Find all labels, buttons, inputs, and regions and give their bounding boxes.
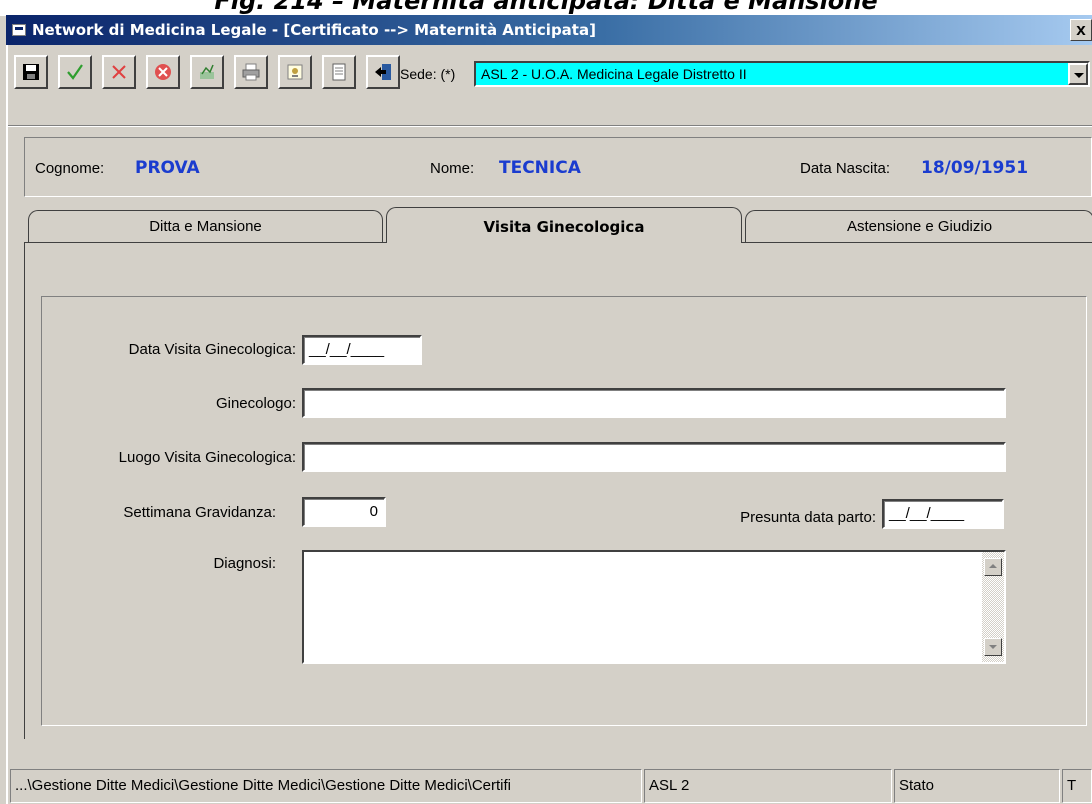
certificate-button[interactable] (278, 55, 312, 89)
presunta-data-parto-field[interactable]: __/__/____ (882, 499, 1004, 529)
patient-info-panel: Cognome: PROVA Nome: TECNICA Data Nascit… (24, 137, 1092, 197)
print-icon (242, 63, 260, 81)
status-stato: Stato (894, 769, 1060, 803)
settimana-gravidanza-label: Settimana Gravidanza: (123, 504, 276, 521)
cancel-button[interactable] (102, 55, 136, 89)
scroll-up-icon[interactable] (984, 558, 1002, 576)
tab-panel: Data Visita Ginecologica: __/__/____ Gin… (24, 242, 1092, 739)
cancel-icon (112, 65, 126, 79)
exit-icon (375, 64, 391, 80)
toolbar: Sede: (*) ASL 2 - U.O.A. Medicina Legale… (14, 55, 1090, 95)
luogo-visita-field[interactable] (302, 442, 1006, 472)
status-path: ...\Gestione Ditte Medici\Gestione Ditte… (10, 769, 642, 803)
edit-button[interactable] (190, 55, 224, 89)
chevron-down-icon[interactable] (1068, 63, 1088, 85)
certificate-icon (287, 64, 303, 80)
nome-label: Nome: (430, 160, 475, 177)
sede-dropdown[interactable]: ASL 2 - U.O.A. Medicina Legale Distretto… (474, 61, 1090, 87)
document-icon (332, 63, 346, 81)
presunta-data-parto-value: __/__/____ (889, 505, 965, 522)
tab-astensione-giudizio[interactable]: Astensione e Giudizio (745, 210, 1092, 242)
toolbar-separator (8, 125, 1092, 127)
print-button[interactable] (234, 55, 268, 89)
luogo-visita-label: Luogo Visita Ginecologica: (118, 449, 296, 466)
close-button[interactable]: x (1070, 19, 1092, 41)
data-nascita-label: Data Nascita: (800, 160, 891, 177)
diagnosi-label: Diagnosi: (213, 555, 276, 572)
diagnosi-textarea[interactable] (302, 550, 1006, 664)
data-visita-value: __/__/____ (309, 341, 385, 358)
diagnosi-scrollbar[interactable] (982, 552, 1004, 662)
sede-label: Sede: (*) (400, 66, 456, 82)
tab-ditta-mansione[interactable]: Ditta e Mansione (28, 210, 383, 242)
save-icon (23, 64, 39, 80)
scroll-down-icon[interactable] (984, 638, 1002, 656)
check-icon (67, 64, 83, 80)
tab-visita-ginecologica[interactable]: Visita Ginecologica (386, 207, 742, 243)
document-button[interactable] (322, 55, 356, 89)
settimana-gravidanza-field[interactable]: 0 (302, 497, 386, 527)
data-visita-label: Data Visita Ginecologica: (128, 341, 296, 358)
delete-icon (155, 64, 171, 80)
exit-button[interactable] (366, 55, 400, 89)
status-t: T (1062, 769, 1092, 803)
settimana-gravidanza-value: 0 (369, 503, 378, 520)
figure-caption: Fig. 214 – Maternità anticipata: Ditta e… (0, 0, 1092, 16)
cognome-value: PROVA (135, 158, 200, 178)
app-screenshot: Fig. 214 – Maternità anticipata: Ditta e… (0, 0, 1092, 804)
sede-value: ASL 2 - U.O.A. Medicina Legale Distretto… (481, 66, 747, 82)
app-icon (12, 24, 26, 36)
status-asl: ASL 2 (644, 769, 892, 803)
data-nascita-value: 18/09/1951 (921, 158, 1029, 178)
data-visita-field[interactable]: __/__/____ (302, 335, 422, 365)
title-bar[interactable]: Network di Medicina Legale - [Certificat… (6, 15, 1092, 45)
ginecologo-field[interactable] (302, 388, 1006, 418)
visita-form-group: Data Visita Ginecologica: __/__/____ Gin… (41, 296, 1087, 726)
status-bar: ...\Gestione Ditte Medici\Gestione Ditte… (8, 766, 1092, 804)
confirm-button[interactable] (58, 55, 92, 89)
presunta-data-parto-label: Presunta data parto: (740, 509, 876, 526)
nome-value: TECNICA (499, 158, 581, 178)
save-button[interactable] (14, 55, 48, 89)
window-title: Network di Medicina Legale - [Certificat… (32, 21, 596, 39)
cognome-label: Cognome: (35, 160, 105, 177)
edit-icon (200, 64, 214, 79)
delete-button[interactable] (146, 55, 180, 89)
main-window: Sede: (*) ASL 2 - U.O.A. Medicina Legale… (6, 45, 1092, 804)
ginecologo-label: Ginecologo: (215, 395, 296, 412)
